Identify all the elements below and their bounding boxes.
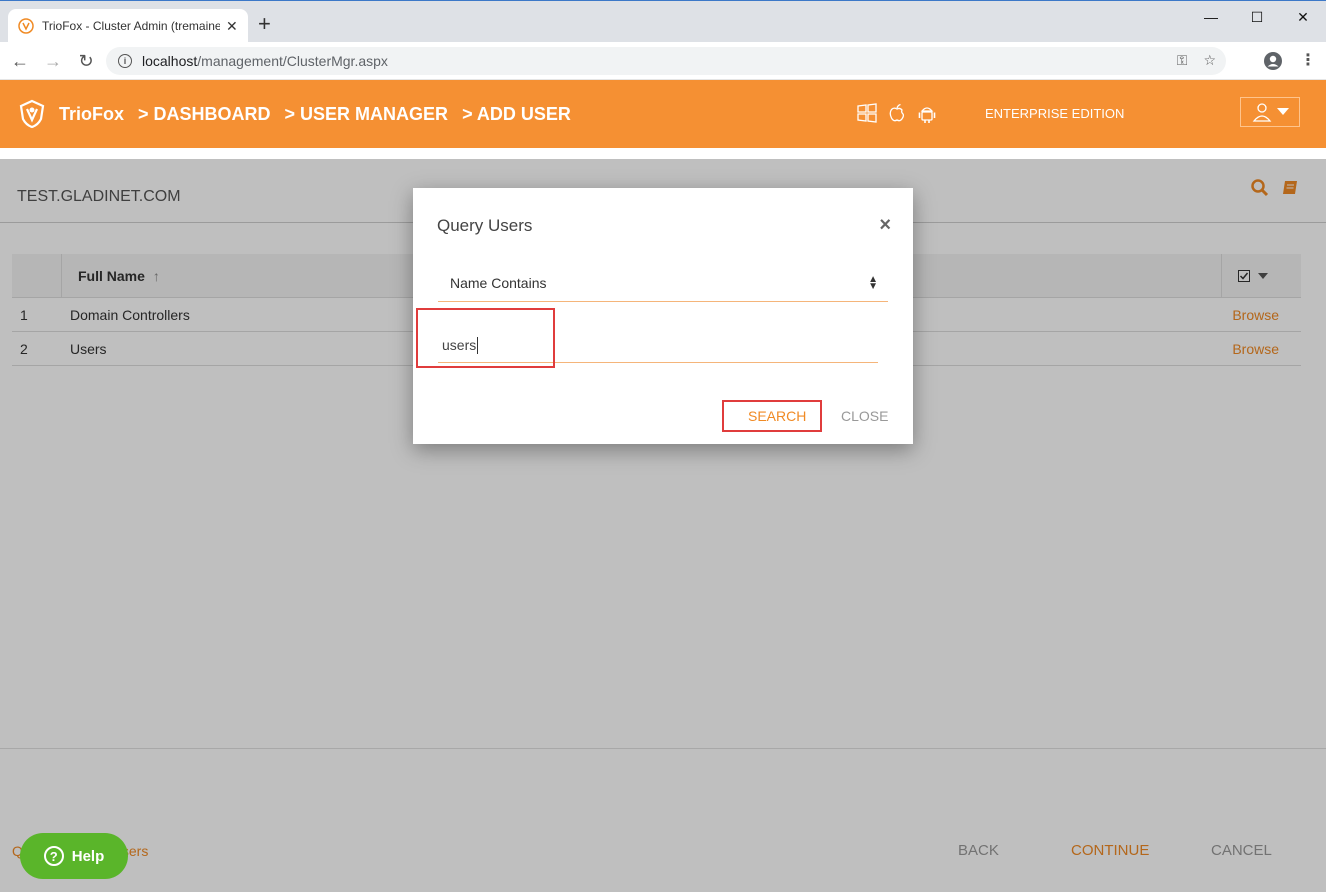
dialog-title: Query Users [437, 216, 533, 235]
filter-select[interactable]: Name Contains ▲ ▼ [438, 264, 888, 302]
back-arrow-icon[interactable]: ← [9, 50, 31, 72]
omnibox-actions: ⚿ ☆ [1177, 52, 1216, 69]
profile-icon[interactable] [1263, 51, 1283, 71]
select-arrows-icon: ▲ ▼ [868, 274, 878, 292]
triofox-logo-icon[interactable] [18, 99, 46, 129]
forward-arrow-icon[interactable]: → [42, 50, 64, 72]
url-path: /management/ClusterMgr.aspx [197, 53, 388, 69]
help-button[interactable]: ? Help [20, 833, 128, 879]
reload-icon[interactable]: ↻ [75, 50, 97, 72]
maximize-icon[interactable]: ☐ [1234, 1, 1280, 33]
bookmark-star-icon[interactable]: ☆ [1203, 52, 1216, 69]
close-icon[interactable]: × [879, 214, 891, 237]
browser-menu-icon[interactable]: ⋮ [1300, 51, 1316, 71]
filter-selected-value: Name Contains [450, 274, 547, 291]
triofox-favicon-icon [18, 18, 34, 34]
tab-title: TrioFox - Cluster Admin (tremaine [42, 19, 220, 33]
apple-icon[interactable] [886, 102, 908, 124]
window-controls: — ☐ ✕ [1188, 1, 1326, 33]
user-icon [1252, 103, 1272, 122]
breadcrumb-dashboard[interactable]: > DASHBOARD [138, 104, 271, 125]
highlight-box-input [416, 308, 555, 368]
minimize-icon[interactable]: — [1188, 1, 1234, 33]
new-tab-icon[interactable]: + [258, 13, 271, 35]
highlight-box-search [722, 400, 822, 432]
help-label: Help [71, 847, 105, 865]
site-info-icon[interactable]: i [118, 54, 132, 68]
query-users-dialog: Query Users × Name Contains ▲ ▼ users SEA… [413, 188, 913, 444]
address-bar-row: ← → ↻ i localhost /management/ClusterMgr… [0, 42, 1326, 80]
windows-icon[interactable] [856, 102, 878, 124]
help-question-icon: ? [43, 846, 64, 866]
url-host: localhost [142, 53, 198, 69]
edition-label: ENTERPRISE EDITION [985, 106, 1125, 121]
window-close-icon[interactable]: ✕ [1280, 1, 1326, 33]
chevron-down-icon [1277, 108, 1289, 115]
user-menu-button[interactable] [1240, 97, 1300, 127]
breadcrumb-add-user: > ADD USER [462, 104, 571, 124]
app-header: TrioFox > DASHBOARD > USER MANAGER > ADD… [0, 80, 1326, 148]
brand-name[interactable]: TrioFox [59, 104, 124, 125]
tab-close-icon[interactable]: ✕ [226, 18, 238, 35]
browser-tab[interactable]: TrioFox - Cluster Admin (tremaine ✕ [8, 9, 248, 43]
platform-icons [856, 102, 938, 124]
breadcrumb-user-manager[interactable]: > USER MANAGER [285, 104, 449, 125]
android-icon[interactable] [916, 102, 938, 124]
breadcrumb: TrioFox > DASHBOARD > USER MANAGER > ADD… [59, 104, 571, 125]
url-bar[interactable]: i localhost /management/ClusterMgr.aspx … [106, 47, 1226, 75]
close-button[interactable]: CLOSE [841, 408, 888, 424]
browser-window-bar: TrioFox - Cluster Admin (tremaine ✕ + — … [0, 0, 1326, 43]
key-icon[interactable]: ⚿ [1177, 52, 1188, 69]
